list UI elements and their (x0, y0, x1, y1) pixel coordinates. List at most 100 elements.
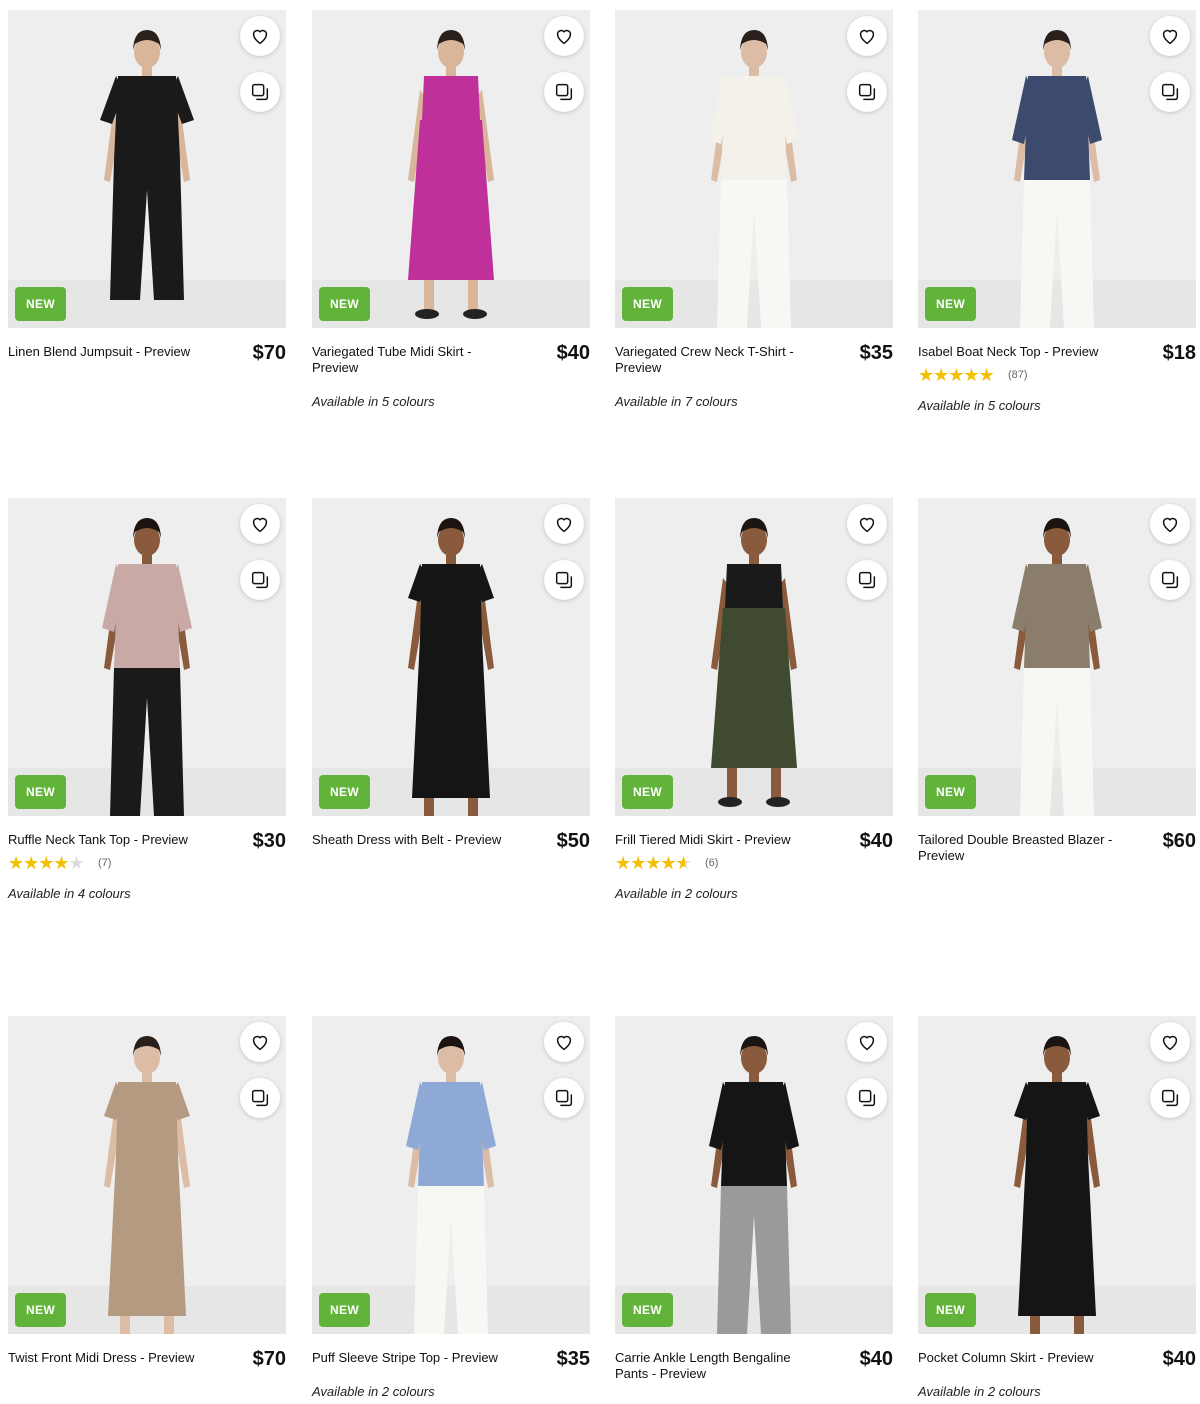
heart-icon (856, 513, 878, 535)
wishlist-button[interactable] (1150, 504, 1190, 544)
product-title[interactable]: Linen Blend Jumpsuit - Preview (8, 344, 208, 360)
product-price: $40 (859, 1348, 893, 1370)
product-image[interactable]: NEW (312, 1016, 590, 1334)
heart-icon (856, 25, 878, 47)
product-title[interactable]: Tailored Double Breasted Blazer - Previe… (918, 832, 1118, 864)
star-rating[interactable]: ★★★★★ ★★★★★ (87) (918, 366, 1196, 384)
product-title[interactable]: Ruffle Neck Tank Top - Preview (8, 832, 208, 848)
product-card[interactable]: NEW Puff Sleeve Stripe Top - Preview $35… (312, 1016, 590, 1399)
product-photo (312, 10, 590, 328)
product-image[interactable]: NEW (615, 498, 893, 816)
product-card[interactable]: NEW Ruffle Neck Tank Top - Preview $30 ★… (8, 498, 286, 901)
product-card[interactable]: NEW Pocket Column Skirt - Preview $40 Av… (918, 1016, 1196, 1399)
product-price: $35 (859, 342, 893, 364)
product-card[interactable]: NEW Tailored Double Breasted Blazer - Pr… (918, 498, 1196, 864)
product-title[interactable]: Frill Tiered Midi Skirt - Preview (615, 832, 815, 848)
wishlist-button[interactable] (544, 1022, 584, 1062)
compare-button[interactable] (847, 72, 887, 112)
wishlist-button[interactable] (1150, 16, 1190, 56)
product-title[interactable]: Variegated Tube Midi Skirt - Preview (312, 344, 512, 376)
compare-button[interactable] (1150, 560, 1190, 600)
wishlist-button[interactable] (847, 16, 887, 56)
product-price: $70 (252, 342, 286, 364)
product-image[interactable]: NEW (8, 10, 286, 328)
product-title[interactable]: Twist Front Midi Dress - Preview (8, 1350, 208, 1366)
product-card[interactable]: NEW Carrie Ankle Length Bengaline Pants … (615, 1016, 893, 1382)
colour-availability: Available in 5 colours (312, 394, 435, 409)
colour-availability: Available in 5 colours (918, 398, 1041, 413)
colour-availability: Available in 2 colours (615, 886, 738, 901)
heart-icon (249, 1031, 271, 1053)
product-card[interactable]: NEW Frill Tiered Midi Skirt - Preview $4… (615, 498, 893, 901)
heart-icon (1159, 1031, 1181, 1053)
product-photo (312, 498, 590, 816)
colour-availability: Available in 4 colours (8, 886, 131, 901)
product-image[interactable]: NEW (8, 1016, 286, 1334)
product-image[interactable]: NEW (615, 10, 893, 328)
compare-button[interactable] (240, 72, 280, 112)
compare-button[interactable] (544, 1078, 584, 1118)
product-image[interactable]: NEW (312, 498, 590, 816)
compare-button[interactable] (1150, 1078, 1190, 1118)
compare-button[interactable] (240, 560, 280, 600)
product-card[interactable]: NEW Linen Blend Jumpsuit - Preview $70 (8, 10, 286, 364)
star-rating[interactable]: ★★★★★ ★★★★★ (7) (8, 854, 286, 872)
product-card[interactable]: NEW Sheath Dress with Belt - Preview $50 (312, 498, 590, 852)
product-title[interactable]: Isabel Boat Neck Top - Preview (918, 344, 1118, 360)
compare-icon (856, 81, 878, 103)
product-title[interactable]: Sheath Dress with Belt - Preview (312, 832, 512, 848)
heart-icon (553, 1031, 575, 1053)
wishlist-button[interactable] (240, 1022, 280, 1062)
product-photo (8, 1016, 286, 1334)
compare-button[interactable] (1150, 72, 1190, 112)
product-card[interactable]: NEW Twist Front Midi Dress - Preview $70 (8, 1016, 286, 1370)
compare-icon (553, 81, 575, 103)
stars-icon: ★★★★★ ★★★★★ (8, 853, 85, 873)
heart-icon (249, 25, 271, 47)
wishlist-button[interactable] (1150, 1022, 1190, 1062)
compare-button[interactable] (847, 560, 887, 600)
product-card[interactable]: NEW Variegated Tube Midi Skirt - Preview… (312, 10, 590, 409)
wishlist-button[interactable] (847, 504, 887, 544)
product-image[interactable]: NEW (918, 10, 1196, 328)
product-price: $40 (556, 342, 590, 364)
product-image[interactable]: NEW (615, 1016, 893, 1334)
heart-icon (1159, 25, 1181, 47)
product-card[interactable]: NEW Isabel Boat Neck Top - Preview $18 ★… (918, 10, 1196, 413)
compare-icon (856, 1087, 878, 1109)
product-image[interactable]: NEW (918, 1016, 1196, 1334)
review-count: (87) (1008, 369, 1028, 381)
wishlist-button[interactable] (847, 1022, 887, 1062)
new-badge: NEW (319, 287, 370, 321)
product-title[interactable]: Carrie Ankle Length Bengaline Pants - Pr… (615, 1350, 815, 1382)
new-badge: NEW (15, 775, 66, 809)
product-image[interactable]: NEW (918, 498, 1196, 816)
colour-availability: Available in 2 colours (918, 1384, 1041, 1399)
wishlist-button[interactable] (544, 16, 584, 56)
compare-button[interactable] (240, 1078, 280, 1118)
product-photo (615, 10, 893, 328)
compare-button[interactable] (544, 560, 584, 600)
product-title[interactable]: Pocket Column Skirt - Preview (918, 1350, 1118, 1366)
wishlist-button[interactable] (544, 504, 584, 544)
product-price: $35 (556, 1348, 590, 1370)
product-title[interactable]: Puff Sleeve Stripe Top - Preview (312, 1350, 512, 1366)
product-image[interactable]: NEW (8, 498, 286, 816)
wishlist-button[interactable] (240, 16, 280, 56)
product-price: $18 (1162, 342, 1196, 364)
product-photo (615, 1016, 893, 1334)
product-card[interactable]: NEW Variegated Crew Neck T-Shirt - Previ… (615, 10, 893, 409)
product-photo (918, 498, 1196, 816)
product-price: $50 (556, 830, 590, 852)
product-price: $40 (859, 830, 893, 852)
compare-button[interactable] (544, 72, 584, 112)
product-price: $60 (1162, 830, 1196, 852)
product-image[interactable]: NEW (312, 10, 590, 328)
compare-icon (249, 81, 271, 103)
product-title[interactable]: Variegated Crew Neck T-Shirt - Preview (615, 344, 815, 376)
star-rating[interactable]: ★★★★★ ★★★★★ (6) (615, 854, 893, 872)
review-count: (6) (705, 857, 719, 869)
compare-button[interactable] (847, 1078, 887, 1118)
wishlist-button[interactable] (240, 504, 280, 544)
colour-availability: Available in 7 colours (615, 394, 738, 409)
